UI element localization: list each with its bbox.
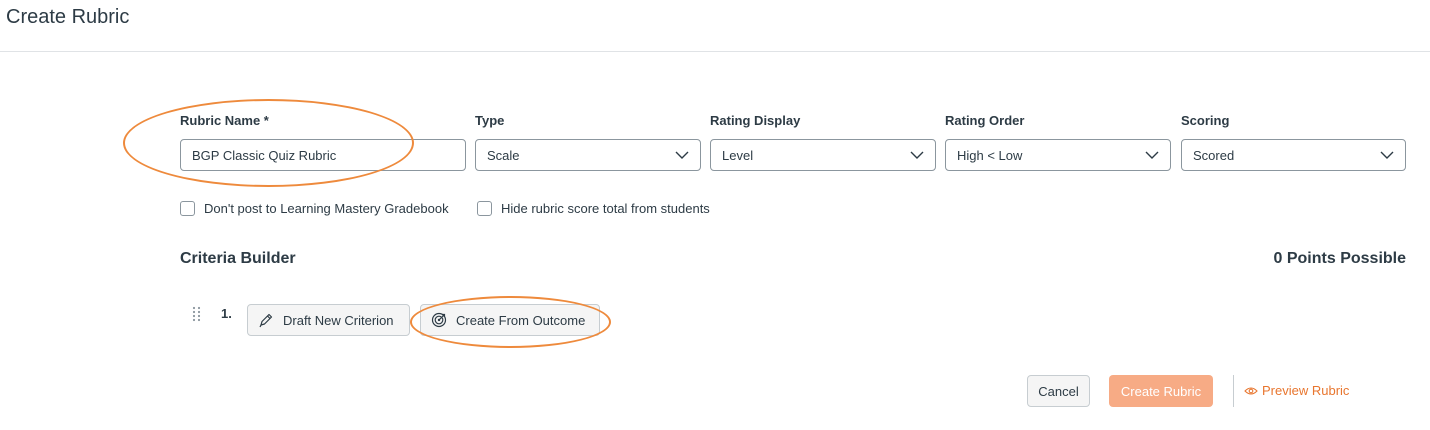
outcome-target-icon [431, 312, 447, 328]
header-divider [0, 51, 1430, 52]
chevron-down-icon [910, 151, 924, 159]
footer-divider [1233, 375, 1234, 407]
criterion-number: 1. [221, 306, 232, 321]
preview-rubric-label: Preview Rubric [1262, 383, 1350, 398]
rubric-name-value: BGP Classic Quiz Rubric [192, 147, 337, 163]
dont-post-checkbox-row[interactable]: Don't post to Learning Mastery Gradebook [180, 201, 449, 216]
rating-display-value: Level [722, 147, 754, 163]
pencil-icon [259, 313, 273, 328]
rating-order-value: High < Low [957, 147, 1023, 163]
scoring-select[interactable]: Scored [1181, 139, 1406, 171]
create-rubric-label: Create Rubric [1120, 383, 1202, 399]
chevron-down-icon [1380, 151, 1394, 159]
rating-order-label: Rating Order [945, 113, 1025, 128]
dont-post-checkbox[interactable] [180, 201, 195, 216]
create-from-outcome-label: Create From Outcome [456, 312, 586, 328]
cancel-button[interactable]: Cancel [1027, 375, 1090, 407]
criteria-builder-heading: Criteria Builder [180, 250, 296, 267]
rating-display-label: Rating Display [710, 113, 801, 128]
preview-rubric-link[interactable]: Preview Rubric [1244, 383, 1349, 398]
rubric-name-label: Rubric Name * [180, 113, 269, 128]
hide-total-label: Hide rubric score total from students [501, 201, 710, 216]
hide-total-checkbox-row[interactable]: Hide rubric score total from students [477, 201, 710, 216]
hide-total-checkbox[interactable] [477, 201, 492, 216]
points-possible: 0 Points Possible [1273, 250, 1406, 267]
create-rubric-button[interactable]: Create Rubric [1109, 375, 1213, 407]
rubric-name-input[interactable]: BGP Classic Quiz Rubric [180, 139, 466, 171]
eye-icon [1244, 386, 1258, 395]
page-title: Create Rubric [6, 6, 130, 28]
scoring-value: Scored [1193, 147, 1235, 163]
type-label: Type [475, 113, 505, 128]
rating-order-select[interactable]: High < Low [945, 139, 1171, 171]
cancel-label: Cancel [1038, 383, 1079, 399]
dont-post-label: Don't post to Learning Mastery Gradebook [204, 201, 449, 216]
chevron-down-icon [675, 151, 689, 159]
chevron-down-icon [1145, 151, 1159, 159]
type-value: Scale [487, 147, 520, 163]
rating-display-select[interactable]: Level [710, 139, 936, 171]
drag-handle-icon[interactable] [192, 306, 202, 322]
create-from-outcome-button[interactable]: Create From Outcome [420, 304, 600, 336]
type-select[interactable]: Scale [475, 139, 701, 171]
draft-new-criterion-label: Draft New Criterion [283, 312, 394, 328]
scoring-label: Scoring [1181, 113, 1230, 128]
draft-new-criterion-button[interactable]: Draft New Criterion [247, 304, 410, 336]
